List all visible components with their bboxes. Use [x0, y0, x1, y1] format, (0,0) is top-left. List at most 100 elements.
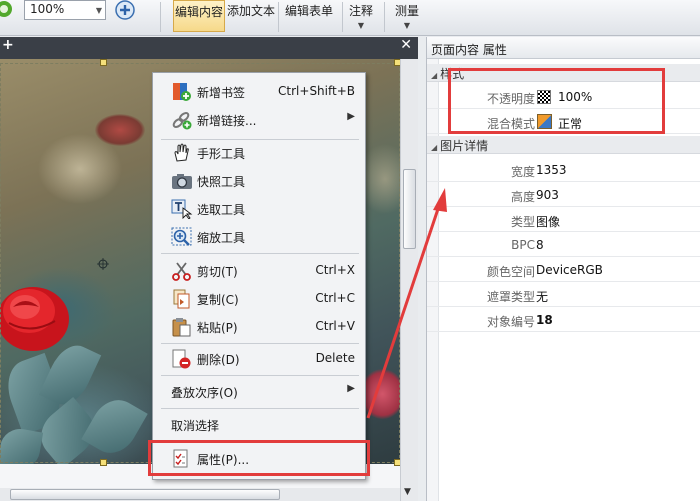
toolbar-divider [342, 2, 343, 32]
menu-divider [161, 343, 359, 344]
zoom-select[interactable]: 100% ▼ [24, 0, 106, 20]
menu-item-label: 快照工具 [197, 175, 246, 189]
property-value: 8 [536, 238, 544, 252]
section-header-image-details[interactable]: ◢ 图片详情 [427, 136, 700, 154]
hand-icon [174, 143, 189, 162]
blurred-flower [95, 114, 145, 146]
menu-item-shortcut: Ctrl+Shift+B [278, 84, 355, 98]
menu-item-paste[interactable]: 粘贴(P) Ctrl+V [153, 314, 367, 340]
menu-item-label: 粘贴(P) [197, 321, 238, 335]
properties-panel: 页面内容 属性 ◢ 样式 不透明度 100% 混合模式 正常 ◢ 图片详情 宽度 1… [426, 37, 700, 501]
menu-item-delete[interactable]: 删除(D) Delete [153, 346, 367, 372]
menu-item-properties[interactable]: 属性(P)... [153, 446, 367, 472]
edit-content-button[interactable]: 编辑内容 [173, 0, 225, 32]
add-text-button[interactable]: 添加文本 [226, 0, 276, 32]
property-key: 对象编号 [486, 315, 535, 329]
collapse-icon[interactable]: ◢ [431, 143, 437, 152]
measure-button[interactable]: 测量 ▼ [390, 0, 424, 32]
property-key: 遮罩类型 [486, 290, 535, 304]
menu-item-label: 删除(D) [197, 353, 240, 367]
menu-divider [161, 441, 359, 442]
property-row-mask-type[interactable]: 遮罩类型 无 [427, 282, 700, 307]
blend-mode-icon [537, 114, 552, 129]
annotate-button[interactable]: 注释 ▼ [344, 0, 378, 32]
scroll-down-icon[interactable]: ▼ [404, 487, 411, 497]
menu-item-label: 新增书签 [197, 86, 246, 100]
red-flower [0, 287, 69, 351]
property-key: BPC [511, 238, 535, 252]
measure-label: 测量 [394, 4, 419, 18]
menu-item-label: 缩放工具 [197, 231, 246, 245]
horizontal-scrollbar[interactable] [0, 488, 400, 501]
toolbar: 100% ▼ 编辑内容 添加文本 编辑表单 注释 ▼ 测量 ▼ [0, 0, 700, 36]
property-row-opacity[interactable]: 不透明度 100% [427, 84, 700, 109]
annotate-label: 注释 [348, 4, 373, 18]
delete-icon [172, 349, 191, 369]
section-header-style[interactable]: ◢ 样式 [427, 64, 700, 82]
paste-icon [172, 318, 191, 337]
menu-divider [161, 375, 359, 376]
copy-icon [173, 289, 190, 309]
add-text-label: 添加文本 [226, 4, 275, 18]
scrollbar-thumb[interactable] [10, 489, 280, 500]
toolbar-divider [160, 2, 161, 32]
menu-item-cut[interactable]: 剪切(T) Ctrl+X [153, 258, 367, 284]
menu-item-select-tool[interactable]: 选取工具 [153, 196, 367, 222]
property-key: 不透明度 [486, 92, 535, 106]
close-icon[interactable]: ✕ [400, 37, 412, 53]
scissors-icon [172, 262, 191, 281]
resize-handle[interactable] [100, 59, 107, 66]
chevron-right-icon: ▶ [347, 383, 355, 394]
property-row-color-space[interactable]: 颜色空间 DeviceRGB [427, 257, 700, 282]
zoom-in-icon[interactable] [114, 0, 136, 20]
property-row-bpc[interactable]: BPC 8 [427, 232, 700, 257]
resize-handle[interactable] [100, 459, 107, 466]
menu-item-add-link[interactable]: 新增链接... ▶ [153, 107, 367, 133]
property-row-object-number[interactable]: 对象编号 18 [427, 307, 700, 332]
property-value: 无 [536, 290, 549, 304]
property-key: 宽度 [510, 165, 535, 179]
edit-content-label: 编辑内容 [174, 5, 223, 19]
menu-item-label: 选取工具 [197, 203, 246, 217]
menu-item-shortcut: Ctrl+V [315, 319, 355, 333]
property-key: 高度 [510, 190, 535, 204]
zoom-icon [171, 227, 192, 246]
menu-item-snapshot-tool[interactable]: 快照工具 [153, 168, 367, 194]
menu-item-label: 手形工具 [197, 147, 246, 161]
menu-item-label: 取消选择 [171, 419, 220, 433]
vertical-scrollbar[interactable]: ▼ [400, 59, 418, 501]
menu-item-hand-tool[interactable]: 手形工具 [153, 140, 367, 166]
property-row-height[interactable]: 高度 903 [427, 182, 700, 207]
property-row-width[interactable]: 宽度 1353 [427, 157, 700, 182]
menu-item-zoom-tool[interactable]: 缩放工具 [153, 224, 367, 250]
property-key: 颜色空间 [486, 265, 535, 279]
menu-divider [161, 253, 359, 254]
toolbar-divider [384, 2, 385, 32]
refresh-icon[interactable] [0, 0, 14, 20]
property-row-blend-mode[interactable]: 混合模式 正常 [427, 109, 700, 134]
property-key: 类型 [510, 215, 535, 229]
menu-item-shortcut: Ctrl+C [315, 291, 355, 305]
section-title: 样式 [440, 67, 465, 81]
context-menu: 新增书签 Ctrl+Shift+B 新增链接... ▶ 手形工具 快照工具 选取… [152, 72, 366, 480]
property-value: DeviceRGB [536, 263, 603, 277]
properties-icon [173, 449, 188, 468]
bookmark-add-icon [173, 83, 191, 101]
menu-item-deselect[interactable]: 取消选择 [153, 412, 367, 438]
menu-item-label: 新增链接... [197, 114, 257, 128]
edit-form-label: 编辑表单 [284, 4, 333, 18]
menu-item-stacking-order[interactable]: 叠放次序(O) ▶ [153, 379, 367, 405]
chevron-down-icon: ▼ [357, 21, 365, 30]
property-row-type[interactable]: 类型 图像 [427, 207, 700, 232]
document-tab-bar: + ✕ [0, 37, 418, 59]
chevron-right-icon: ▶ [347, 111, 355, 122]
property-value: 正常 [558, 117, 583, 131]
menu-item-copy[interactable]: 复制(C) Ctrl+C [153, 286, 367, 312]
add-icon[interactable]: + [2, 37, 14, 53]
collapse-icon[interactable]: ◢ [431, 71, 437, 80]
edit-form-button[interactable]: 编辑表单 [282, 0, 336, 32]
menu-item-add-bookmark[interactable]: 新增书签 Ctrl+Shift+B [153, 79, 367, 105]
scrollbar-thumb[interactable] [403, 169, 416, 249]
section-title: 图片详情 [440, 139, 489, 153]
text-select-icon [171, 199, 193, 219]
